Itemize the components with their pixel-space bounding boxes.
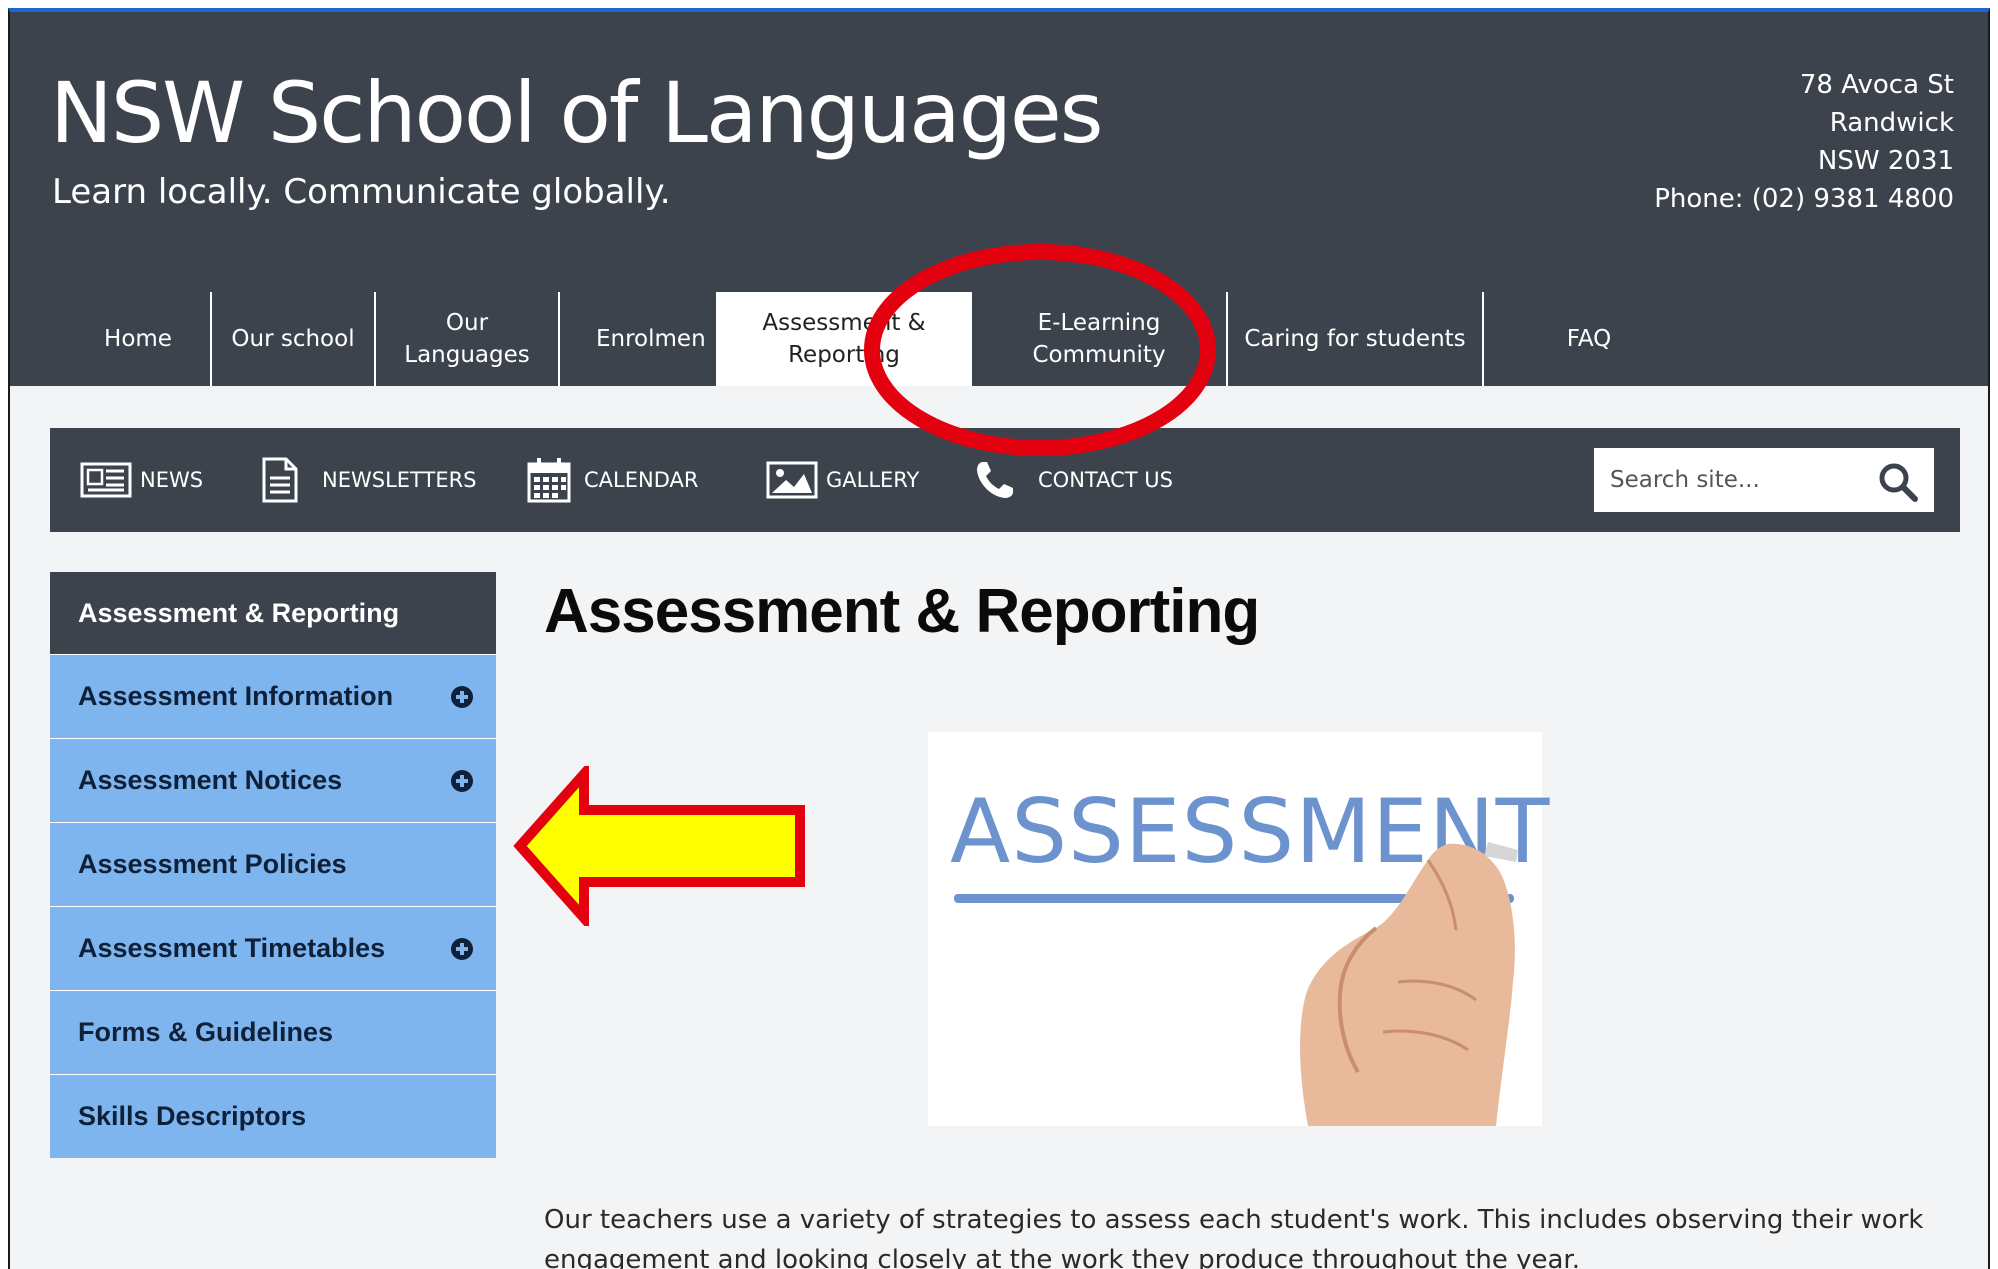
sidebar-item-forms-guidelines[interactable]: Forms & Guidelines — [50, 990, 496, 1074]
util-gallery-label: GALLERY — [826, 468, 920, 492]
nav-home[interactable]: Home — [66, 292, 212, 386]
sidebar-item-label: Assessment Notices — [78, 765, 343, 795]
image-icon — [766, 461, 818, 499]
sidebar-item-label: Skills Descriptors — [78, 1101, 307, 1131]
pointer-arrow-annotation — [513, 766, 805, 926]
document-icon — [262, 457, 298, 503]
site-tagline: Learn locally. Communicate globally. — [52, 172, 671, 212]
nav-faq[interactable]: FAQ — [1484, 292, 1694, 386]
phone-icon — [977, 462, 1013, 498]
nav-our-languages[interactable]: Our Languages — [376, 292, 560, 386]
sidebar-item-label: Assessment Information — [78, 681, 394, 711]
sidebar-item-assessment-information[interactable]: Assessment Information — [50, 654, 496, 738]
address-street: 78 Avoca St — [1799, 70, 1954, 100]
util-news-link[interactable]: NEWS — [80, 428, 203, 532]
search-button[interactable] — [1876, 460, 1920, 504]
search-input[interactable] — [1594, 448, 1864, 512]
util-newsletters-link[interactable]: NEWSLETTERS — [260, 428, 477, 532]
section-sidebar: Assessment & Reporting Assessment Inform… — [50, 572, 496, 1158]
sidebar-item-assessment-timetables[interactable]: Assessment Timetables — [50, 906, 496, 990]
util-contact-label: CONTACT US — [1038, 468, 1173, 492]
sidebar-item-assessment-notices[interactable]: Assessment Notices — [50, 738, 496, 822]
util-newsletters-label: NEWSLETTERS — [322, 468, 477, 492]
expand-plus-icon[interactable] — [450, 769, 474, 793]
util-calendar-link[interactable]: CALENDAR — [526, 428, 698, 532]
expand-plus-icon[interactable] — [450, 937, 474, 961]
sidebar-item-label: Assessment Policies — [78, 849, 347, 879]
site-title[interactable]: NSW School of Languages — [50, 64, 1103, 162]
sidebar-item-assessment-policies[interactable]: Assessment Policies — [50, 822, 496, 906]
address-suburb: Randwick — [1829, 108, 1954, 138]
page-title: Assessment & Reporting — [544, 577, 1260, 646]
calendar-icon — [527, 458, 571, 503]
util-news-label: NEWS — [140, 468, 204, 492]
address-state: NSW 2031 — [1817, 146, 1954, 176]
util-calendar-label: CALENDAR — [584, 468, 699, 492]
sidebar-item-skills-descriptors[interactable]: Skills Descriptors — [50, 1074, 496, 1158]
highlight-ellipse-annotation — [864, 244, 1216, 456]
nav-caring-for-students[interactable]: Caring for students — [1228, 292, 1484, 386]
sidebar-heading[interactable]: Assessment & Reporting — [50, 572, 496, 654]
assessment-hero-image: ASSESSMENT — [928, 732, 1549, 1126]
address-phone: Phone: (02) 9381 4800 — [1654, 184, 1954, 214]
intro-paragraph: Our teachers use a variety of strategies… — [544, 1205, 1924, 1269]
sidebar-item-label: Assessment Timetables — [78, 933, 386, 963]
expand-plus-icon[interactable] — [450, 685, 474, 709]
nav-enrolment[interactable]: Enrolmen — [560, 292, 716, 386]
contact-address: 78 Avoca St Randwick NSW 2031 Phone: (02… — [1654, 66, 1954, 218]
hand-with-marker-illustration — [954, 842, 1518, 1126]
news-icon — [80, 462, 132, 498]
browser-frame: NSW School of Languages Learn locally. C… — [8, 8, 1990, 1269]
sidebar-item-label: Forms & Guidelines — [78, 1017, 334, 1047]
search-box — [1594, 448, 1934, 512]
nav-our-school[interactable]: Our school — [212, 292, 376, 386]
search-icon — [1879, 463, 1918, 502]
